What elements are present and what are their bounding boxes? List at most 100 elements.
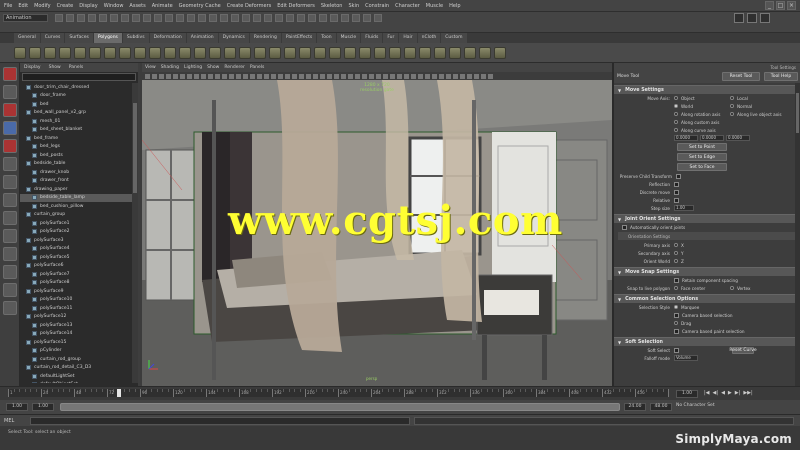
outliner-item[interactable]: drawer_front	[20, 177, 132, 186]
playback-button[interactable]: ◀|	[713, 390, 719, 396]
outliner-search-input[interactable]	[22, 73, 136, 81]
animation-start-field[interactable]: 1.00	[6, 403, 28, 411]
scale-tool-icon[interactable]	[3, 157, 17, 171]
viewport-tool-icon[interactable]	[271, 73, 276, 79]
viewport-tool-icon[interactable]	[369, 73, 374, 79]
shelf-tool-icon[interactable]	[434, 46, 446, 59]
outliner-item[interactable]: drawer_knob	[20, 168, 132, 177]
character-set-label[interactable]: No Character Set	[676, 403, 715, 408]
viewport-tool-icon[interactable]	[243, 73, 248, 79]
shelf-tab[interactable]: Animation	[186, 33, 218, 43]
radio-icon[interactable]	[674, 259, 678, 263]
viewport-tool-icon[interactable]	[411, 73, 416, 79]
shelf-tool-icon[interactable]	[89, 46, 101, 59]
persp-outliner-layout-icon[interactable]	[3, 247, 17, 261]
viewport-tool-icon[interactable]	[390, 73, 395, 79]
move-snap-section[interactable]: ▼ Move Snap Settings	[614, 267, 800, 276]
camera-based-checkbox[interactable]	[674, 312, 679, 318]
viewport-tool-icon[interactable]	[446, 73, 451, 79]
viewport-tool-icon[interactable]	[159, 73, 164, 79]
viewport-tool-icon[interactable]	[208, 73, 213, 79]
close-icon[interactable]: ×	[787, 1, 796, 10]
shelf-tool-icon[interactable]	[314, 46, 326, 59]
shelf-tab[interactable]: General	[14, 33, 40, 43]
shelf-tool-icon[interactable]	[344, 46, 356, 59]
four-pane-layout-icon[interactable]	[3, 229, 17, 243]
shelf-tab[interactable]: Toon	[317, 33, 336, 43]
falloff-mode-select[interactable]: Volume	[674, 355, 698, 361]
viewport-tool-icon[interactable]	[362, 73, 367, 79]
outliner-item[interactable]: polySurface10	[20, 296, 132, 305]
auto-orient-checkbox[interactable]	[622, 224, 627, 230]
paint-select-tool-icon[interactable]	[3, 103, 17, 117]
radio-local[interactable]: Local	[730, 96, 786, 101]
outliner-item[interactable]: polySurface6	[20, 262, 132, 271]
animation-end-field[interactable]: 48.00	[650, 403, 672, 411]
status-tool-icon[interactable]	[143, 14, 151, 22]
step-size-field[interactable]: 1.00	[674, 205, 694, 211]
shelf-tool-icon[interactable]	[44, 46, 56, 59]
radio-custom-axis[interactable]: Along custom axis	[674, 120, 730, 125]
viewport-tool-icon[interactable]	[201, 73, 206, 79]
persp-graph-layout-icon[interactable]	[3, 265, 17, 279]
outliner-item[interactable]: curtain_rod_group	[20, 355, 132, 364]
viewport-tool-icon[interactable]	[215, 73, 220, 79]
soft-select-checkbox[interactable]	[674, 347, 679, 353]
reset-curve-button[interactable]: Reset Curve	[729, 346, 757, 354]
viewport-tool-icon[interactable]	[481, 73, 486, 79]
outliner-item[interactable]: polySurface4	[20, 245, 132, 254]
outliner-item[interactable]: polySurface2	[20, 228, 132, 237]
outliner-item[interactable]: polySurface15	[20, 338, 132, 347]
outliner-item[interactable]: curtain_group	[20, 211, 132, 220]
shelf-tab[interactable]: Rendering	[249, 33, 281, 43]
viewport-tool-icon[interactable]	[264, 73, 269, 79]
shelf-tool-icon[interactable]	[479, 46, 491, 59]
range-bar[interactable]	[60, 403, 620, 411]
toggle-channel-box-icon[interactable]	[760, 13, 770, 23]
status-tool-icon[interactable]	[264, 14, 272, 22]
menu-item[interactable]: Help	[449, 3, 460, 9]
outliner-item[interactable]: bed_frame	[20, 134, 132, 143]
playback-button[interactable]: ▶|	[735, 390, 741, 396]
radio-live-object-axis[interactable]: Along live object axis	[730, 112, 786, 117]
playback-start-field[interactable]: 1.00	[32, 403, 54, 411]
outliner-item[interactable]: polySurface8	[20, 279, 132, 288]
shelf-tool-icon[interactable]	[284, 46, 296, 59]
outliner-item[interactable]: defaultObjectSet	[20, 381, 132, 383]
outliner-item[interactable]: bed	[20, 100, 132, 109]
retain-spacing-checkbox[interactable]	[674, 277, 679, 283]
shelf-tab[interactable]: Polygons	[93, 33, 122, 43]
shelf-tool-icon[interactable]	[419, 46, 431, 59]
select-tool-icon[interactable]	[3, 67, 17, 81]
outliner-item[interactable]: polySurface13	[20, 321, 132, 330]
shelf-tool-icon[interactable]	[74, 46, 86, 59]
shelf-tab[interactable]: Fur	[383, 33, 399, 43]
menu-item[interactable]: Skeleton	[321, 3, 343, 9]
outliner-item[interactable]: polySurface9	[20, 287, 132, 296]
shelf-tab[interactable]: Curves	[40, 33, 65, 43]
status-tool-icon[interactable]	[132, 14, 140, 22]
outliner-item[interactable]: drawing_paper	[20, 185, 132, 194]
status-tool-icon[interactable]	[66, 14, 74, 22]
outliner-scrollbar[interactable]	[132, 83, 138, 383]
vertex-option[interactable]: Vertex	[730, 286, 786, 291]
viewport-tool-icon[interactable]	[355, 73, 360, 79]
common-selection-section[interactable]: ▼ Common Selection Options	[614, 294, 800, 303]
viewport-tool-icon[interactable]	[250, 73, 255, 79]
viewport-tool-icon[interactable]	[474, 73, 479, 79]
viewport-tool-icon[interactable]	[453, 73, 458, 79]
minimize-icon[interactable]: _	[765, 1, 774, 10]
radio-icon[interactable]	[674, 243, 678, 247]
radio-object[interactable]: Object	[674, 96, 730, 101]
viewport-tool-icon[interactable]	[187, 73, 192, 79]
radio-rotation-axis[interactable]: Along rotation axis	[674, 112, 730, 117]
shelf-tool-icon[interactable]	[164, 46, 176, 59]
menu-set-dropdown[interactable]: Animation	[3, 14, 48, 22]
status-tool-icon[interactable]	[187, 14, 195, 22]
playback-end-field[interactable]: 24.00	[624, 403, 646, 411]
set-to-face-button[interactable]: Set to Face	[677, 163, 727, 171]
status-tool-icon[interactable]	[275, 14, 283, 22]
outliner-item[interactable]: curtain_rod_detail_C3_D3	[20, 364, 132, 373]
menu-item[interactable]: Modify	[34, 3, 51, 9]
outliner-item[interactable]: bed_wall_panel_v2_grp	[20, 109, 132, 118]
